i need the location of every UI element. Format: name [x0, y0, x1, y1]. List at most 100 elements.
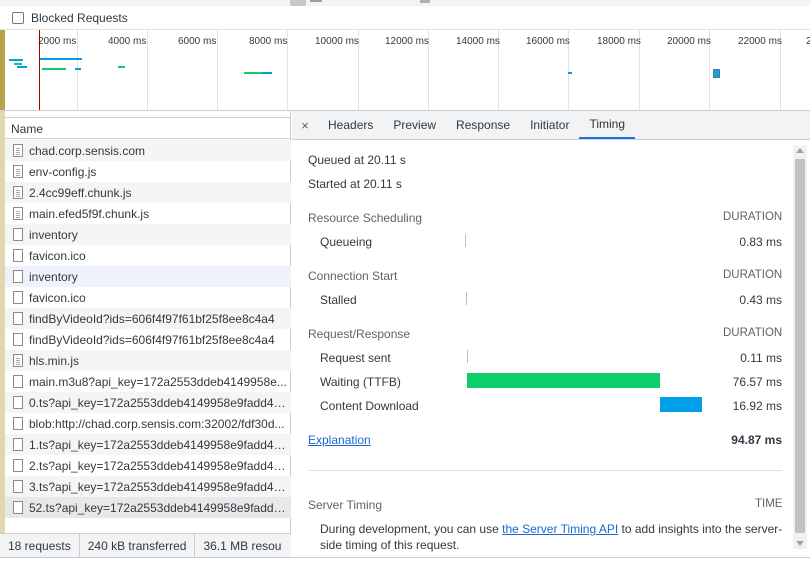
blocked-requests-label[interactable]: Blocked Requests [31, 11, 128, 25]
overview-request-segment [118, 66, 125, 68]
waiting-ttfb-label: Waiting (TTFB) [320, 375, 401, 389]
request-row[interactable]: favicon.ico [5, 287, 291, 308]
request-row[interactable]: 2.ts?api_key=172a2553ddeb4149958e9fadd42… [5, 455, 291, 476]
overview-tick-label: 18000 ms [597, 36, 641, 47]
blocked-requests-bar: Blocked Requests [0, 6, 810, 30]
file-icon [13, 417, 23, 430]
overview-gridline [217, 30, 218, 110]
server-timing-note-line1: During development, you can use the Serv… [320, 522, 783, 536]
tab-preview[interactable]: Preview [383, 111, 446, 139]
tab-initiator[interactable]: Initiator [520, 111, 579, 139]
request-sent-value: 0.11 ms [740, 351, 782, 365]
tab-fragment-dots [420, 0, 430, 3]
queueing-value: 0.83 ms [739, 235, 782, 249]
request-row[interactable]: findByVideoId?ids=606f4f97f61bf25f8ee8c4… [5, 308, 291, 329]
overview-request-segment [42, 68, 66, 70]
request-response-heading: Request/Response [308, 327, 411, 341]
document-icon [13, 144, 23, 157]
overview-request-segment [9, 59, 23, 61]
overview-gridline [77, 30, 78, 110]
started-at-text: Started at 20.11 s [308, 177, 402, 191]
overview-request-segment [40, 58, 82, 60]
request-row[interactable]: findByVideoId?ids=606f4f97f61bf25f8ee8c4… [5, 329, 291, 350]
timing-scrollbar[interactable] [793, 145, 807, 549]
close-icon[interactable]: × [292, 111, 318, 139]
request-row[interactable]: main.m3u8?api_key=172a2553ddeb4149958e..… [5, 371, 291, 392]
request-sent-label: Request sent [320, 351, 391, 365]
overview-request-segment [75, 68, 81, 70]
blocked-requests-checkbox[interactable] [12, 11, 24, 24]
scroll-down-arrow-icon[interactable] [796, 541, 804, 546]
transferred-size: 240 kB transferred [80, 534, 196, 557]
content-download-bar [660, 397, 702, 412]
overview-request-segment [568, 72, 572, 74]
server-timing-note-line2: side timing of this request. [320, 538, 460, 552]
request-row[interactable]: 0.ts?api_key=172a2553ddeb4149958e9fadd42… [5, 392, 291, 413]
overview-tick-label: 2000 ms [38, 36, 77, 47]
time-heading: TIME [755, 498, 783, 510]
overview-tick-label: 2 [806, 36, 810, 47]
network-status-bar: 18 requests 240 kB transferred 36.1 MB r… [0, 533, 291, 557]
overview-request-segment [244, 72, 262, 74]
network-overview-timeline[interactable]: 2000 ms 4000 ms 6000 ms 8000 ms 10000 ms… [0, 30, 810, 111]
request-sent-bar [467, 350, 468, 363]
server-timing-heading: Server Timing [308, 498, 383, 512]
overview-tick-label: 20000 ms [667, 36, 711, 47]
name-column-header[interactable]: Name [5, 117, 291, 139]
request-row[interactable]: hls.min.js [5, 350, 291, 371]
total-duration: 94.87 ms [731, 433, 782, 447]
explanation-link[interactable]: Explanation [308, 433, 371, 447]
timing-panel: Queued at 20.11 s Started at 20.11 s Res… [292, 140, 792, 557]
overview-tick-label: 6000 ms [178, 36, 217, 47]
request-row[interactable]: inventory [5, 224, 291, 245]
request-row[interactable]: blob:http://chad.corp.sensis.com:32002/f… [5, 413, 291, 434]
queued-at-text: Queued at 20.11 s [308, 153, 406, 167]
tab-response[interactable]: Response [446, 111, 520, 139]
request-row[interactable]: 2.4cc99eff.chunk.js [5, 182, 291, 203]
request-row[interactable]: 1.ts?api_key=172a2553ddeb4149958e9fadd42… [5, 434, 291, 455]
request-row[interactable]: env-config.js [5, 161, 291, 182]
server-timing-api-link[interactable]: the Server Timing API [502, 522, 618, 536]
overview-tick-label: 12000 ms [385, 36, 429, 47]
file-icon [13, 228, 23, 241]
tab-timing[interactable]: Timing [579, 111, 636, 139]
overview-request-segment [262, 72, 272, 74]
file-icon [13, 312, 23, 325]
overview-tick-label: 10000 ms [315, 36, 359, 47]
file-icon [13, 501, 23, 514]
request-row[interactable]: main.efed5f9f.chunk.js [5, 203, 291, 224]
queueing-label: Queueing [320, 235, 373, 249]
section-divider [308, 470, 782, 471]
waiting-ttfb-bar [467, 373, 660, 388]
tab-headers[interactable]: Headers [318, 111, 383, 139]
queueing-bar [465, 234, 466, 247]
request-row[interactable]: favicon.ico [5, 245, 291, 266]
duration-heading: DURATION [723, 211, 783, 223]
resource-scheduling-heading: Resource Scheduling [308, 211, 423, 225]
detail-tab-bar: × Headers Preview Response Initiator Tim… [292, 111, 810, 140]
overview-gridline [147, 30, 148, 110]
request-row[interactable]: inventory [5, 266, 291, 287]
script-icon [13, 207, 23, 220]
file-icon [13, 333, 23, 346]
request-count: 18 requests [0, 534, 80, 557]
dom-content-loaded-line [39, 30, 40, 110]
overview-tick-label: 8000 ms [249, 36, 288, 47]
script-icon [13, 186, 23, 199]
request-row[interactable]: chad.corp.sensis.com [5, 140, 291, 161]
content-download-value: 16.92 ms [732, 399, 782, 413]
resources-size: 36.1 MB resou [203, 538, 282, 553]
request-row[interactable]: 3.ts?api_key=172a2553ddeb4149958e9fadd42… [5, 476, 291, 497]
stalled-label: Stalled [320, 293, 357, 307]
scrollbar-thumb[interactable] [795, 159, 805, 533]
tab-fragment-line [310, 0, 322, 2]
file-icon [13, 459, 23, 472]
overview-request-segment [17, 66, 27, 68]
waiting-ttfb-value: 76.57 ms [732, 375, 782, 389]
request-row-selected[interactable]: 52.ts?api_key=172a2553ddeb4149958e9fadd4… [5, 497, 291, 518]
overview-tick-label: 4000 ms [108, 36, 147, 47]
script-icon [13, 354, 23, 367]
file-icon [13, 396, 23, 409]
scroll-up-arrow-icon[interactable] [796, 148, 804, 153]
overview-left-strip [0, 30, 5, 110]
